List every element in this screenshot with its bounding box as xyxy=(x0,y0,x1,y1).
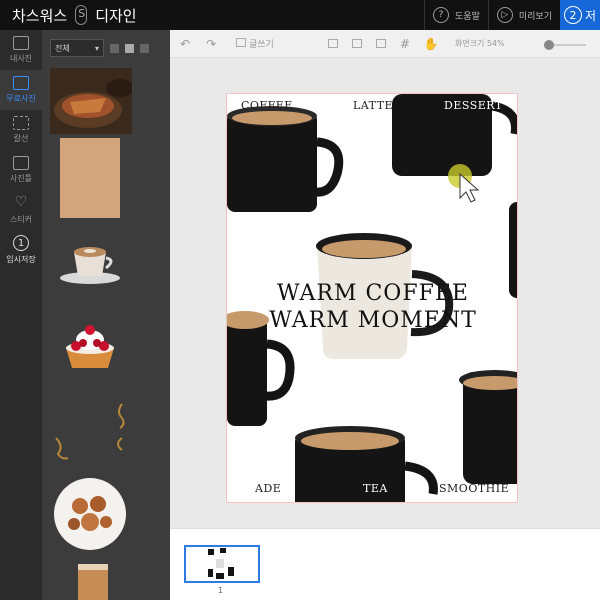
label-dessert[interactable]: DESSERT xyxy=(444,99,503,112)
label-ade[interactable]: ADE xyxy=(255,482,281,495)
asset-thumb-berry-tart[interactable] xyxy=(50,312,132,378)
undo-icon[interactable]: ↶ xyxy=(180,37,190,51)
rail-item-free-photos[interactable]: 무료사진 xyxy=(0,70,42,110)
rail-label: 내사진 xyxy=(9,54,33,63)
label-smoothie[interactable]: SMOOTHIE xyxy=(439,482,509,495)
list-view-icon[interactable] xyxy=(110,43,119,53)
asset-thumb-food-photo[interactable] xyxy=(50,68,132,134)
top-actions: ? 도움말 ▷ 미리보기 2 저 xyxy=(424,0,600,30)
page-thumbnail-preview xyxy=(208,548,234,579)
heart-icon: ♡ xyxy=(14,194,28,210)
zoom-label: 화면크기 54% xyxy=(454,39,505,48)
editor-toolbar: ↶ ↷ 글쓰기 # ✋ 화면크기 54% xyxy=(170,30,600,58)
design-app: 차스워스 디자인 ? 도움말 ▷ 미리보기 2 저 내사진 무 xyxy=(0,0,600,600)
brand-left: 차스워스 xyxy=(12,6,68,25)
panel-header: 전체 ▾ xyxy=(42,30,170,66)
label-coffee[interactable]: COFFEE xyxy=(241,99,293,112)
label-tea[interactable]: TEA xyxy=(363,482,388,495)
cutline-icon xyxy=(13,116,29,130)
mug-top-left[interactable] xyxy=(227,106,344,212)
asset-thumb-cookie-plate[interactable] xyxy=(50,476,132,552)
canvas-area[interactable]: COFFEE LATTE DESSERT WARM COFFEE WARM MO… xyxy=(170,58,600,528)
brand-logo: 차스워스 디자인 xyxy=(0,5,137,26)
hand-icon[interactable]: ✋ xyxy=(424,37,439,51)
page-filmstrip: 1 xyxy=(170,528,600,600)
photo-icon xyxy=(13,36,29,50)
brand-right: 디자인 xyxy=(95,6,137,25)
page-thumbnail[interactable] xyxy=(184,545,260,583)
step-two-icon: 2 xyxy=(564,6,582,24)
align-icon[interactable] xyxy=(351,37,362,51)
large-view-icon[interactable] xyxy=(140,43,149,53)
category-select[interactable]: 전체 ▾ xyxy=(50,39,104,57)
text-box-icon xyxy=(236,38,247,47)
asset-thumb-kraft-paper[interactable] xyxy=(60,138,120,218)
zoom-slider[interactable] xyxy=(544,40,586,50)
mug-right-lower[interactable] xyxy=(459,370,518,484)
tool-rail: 내사진 무료사진 칼선 사진틀 ♡ 스티커 1 임시저장 xyxy=(0,30,42,600)
rail-item-cutline[interactable]: 칼선 xyxy=(0,110,42,150)
text-tool-label: 글쓰기 xyxy=(249,40,274,50)
rail-item-my-photos[interactable]: 내사진 xyxy=(0,30,42,70)
rail-label: 스티커 xyxy=(9,215,33,224)
rail-label: 임시저장 xyxy=(6,255,36,264)
preview-label: 미리보기 xyxy=(518,11,552,22)
page-number: 1 xyxy=(218,586,224,595)
rail-label: 칼선 xyxy=(13,134,29,143)
text-tool-button[interactable]: 글쓰기 xyxy=(236,37,274,50)
temp-save-icon: 1 xyxy=(13,235,29,251)
play-icon: ▷ xyxy=(496,7,513,23)
asset-panel: 전체 ▾ xyxy=(42,30,170,600)
save-button[interactable]: 2 저 xyxy=(560,0,600,30)
zoom-handle[interactable] xyxy=(544,40,554,50)
save-label: 저 xyxy=(585,8,597,23)
grid-view-icon[interactable] xyxy=(125,43,134,53)
rail-label: 사진틀 xyxy=(9,174,33,183)
rail-label: 무료사진 xyxy=(6,94,36,103)
image-icon[interactable] xyxy=(375,37,386,51)
asset-thumb-latte-cup[interactable] xyxy=(50,230,132,290)
help-icon: ? xyxy=(433,7,450,23)
free-photo-icon xyxy=(13,76,29,90)
asset-thumb-iced-latte[interactable] xyxy=(50,564,132,600)
design-page[interactable]: COFFEE LATTE DESSERT WARM COFFEE WARM MO… xyxy=(226,93,518,503)
frame-icon xyxy=(13,156,29,170)
asset-thumb-gold-ornament[interactable] xyxy=(50,398,132,464)
layer-icon[interactable] xyxy=(327,37,338,51)
redo-icon[interactable]: ↷ xyxy=(206,37,216,51)
brand-separator-icon xyxy=(75,5,88,25)
label-latte[interactable]: LATTE xyxy=(353,99,393,112)
help-label: 도움말 xyxy=(455,11,480,22)
category-value: 전체 xyxy=(55,43,70,53)
help-button[interactable]: ? 도움말 xyxy=(424,0,488,30)
top-bar: 차스워스 디자인 ? 도움말 ▷ 미리보기 2 저 xyxy=(0,0,600,30)
chevron-down-icon: ▾ xyxy=(94,43,99,53)
rail-item-frame[interactable]: 사진틀 xyxy=(0,150,42,190)
rail-item-sticker[interactable]: ♡ 스티커 xyxy=(0,190,42,230)
headline-line-2[interactable]: WARM MOMENT xyxy=(227,307,517,334)
rail-item-temp-save[interactable]: 1 임시저장 xyxy=(0,230,42,270)
grid-icon[interactable]: # xyxy=(400,37,410,51)
headline-line-1[interactable]: WARM COFFEE xyxy=(227,280,517,307)
preview-button[interactable]: ▷ 미리보기 xyxy=(487,0,560,30)
